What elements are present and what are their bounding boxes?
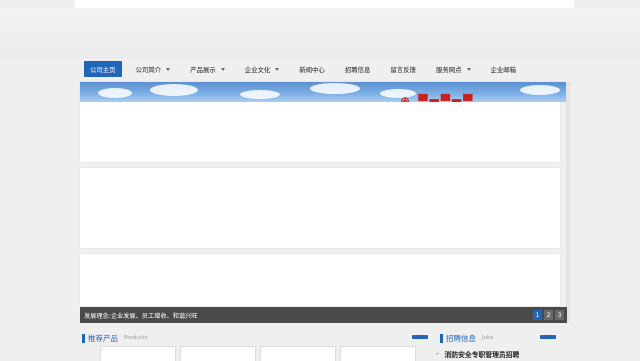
nav-item-service[interactable]: 服务网点: [430, 61, 477, 77]
cloud-shape: [310, 83, 360, 94]
main-nav: 公司主页 公司简介 产品展示 企业文化 新闻中心 招聘信息 留言反馈 服务网点 …: [80, 60, 516, 78]
pager-button[interactable]: 3: [555, 310, 564, 320]
product-card[interactable]: [260, 346, 336, 361]
banner-panel: [80, 168, 560, 248]
nav-item-culture[interactable]: 企业文化: [239, 61, 286, 77]
banner-edge: [566, 82, 570, 322]
banner-image: ⊕ ▀▅▀▅▀: [80, 82, 566, 102]
cloud-shape: [98, 88, 132, 98]
job-link[interactable]: 消防安全专职管理员招聘: [445, 349, 520, 359]
list-bullet: -: [436, 350, 439, 358]
cloud-shape: [520, 85, 560, 95]
pager-button[interactable]: 1: [533, 310, 542, 320]
section-marker: [440, 333, 443, 343]
header-band: [0, 8, 640, 58]
caret-down-icon: [166, 67, 171, 71]
product-card[interactable]: [100, 346, 176, 361]
section-marker: [82, 333, 85, 343]
nav-item-home[interactable]: 公司主页: [84, 61, 122, 77]
nav-item-about[interactable]: 公司简介: [130, 61, 177, 77]
nav-item-label: 服务网点: [435, 65, 462, 74]
banner-caption-bar: 发展理念:企业发展、员工增收、和谐兴旺 1 2 3: [80, 307, 567, 323]
caret-down-icon: [466, 67, 471, 71]
nav-item-label: 公司主页: [90, 65, 116, 74]
banner-slideshow[interactable]: ⊕ ▀▅▀▅▀: [80, 82, 570, 322]
caret-down-icon: [275, 67, 280, 71]
nav-item-label: 留言反馈: [390, 65, 416, 74]
jobs-title: 招聘信息: [446, 333, 476, 343]
products-section-head: 推荐产品 Products: [82, 332, 148, 344]
pager-button[interactable]: 2: [544, 310, 553, 320]
job-list-item[interactable]: - 消防安全专职管理员招聘: [436, 348, 566, 360]
nav-item-news[interactable]: 新闻中心: [293, 61, 331, 77]
product-card[interactable]: [180, 346, 256, 361]
nav-item-jobs[interactable]: 招聘信息: [339, 61, 377, 77]
products-more-button[interactable]: [412, 335, 428, 339]
banner-caption: 发展理念:企业发展、员工增收、和谐兴旺: [84, 312, 198, 320]
caret-down-icon: [220, 67, 225, 71]
nav-item-mail[interactable]: 企业邮箱: [485, 61, 523, 77]
cloud-shape: [240, 90, 280, 99]
jobs-section-head: 招聘信息 Jobs: [440, 332, 493, 344]
nav-item-products[interactable]: 产品展示: [184, 61, 231, 77]
top-strip: [75, 0, 574, 8]
building-sign-logo: ⊕ ▀▅▀▅▀: [400, 94, 475, 102]
nav-item-label: 企业邮箱: [490, 65, 517, 74]
products-title: 推荐产品: [88, 333, 118, 343]
banner-panel: [80, 254, 560, 306]
jobs-subtitle: Jobs: [482, 335, 494, 341]
products-subtitle: Products: [124, 335, 148, 341]
banner-pager: 1 2 3: [531, 310, 564, 320]
nav-item-label: 招聘信息: [344, 65, 371, 74]
nav-item-label: 公司简介: [135, 65, 162, 74]
nav-item-label: 产品展示: [190, 65, 216, 74]
product-card[interactable]: [340, 346, 416, 361]
nav-item-label: 新闻中心: [299, 65, 325, 74]
cloud-shape: [150, 84, 198, 96]
jobs-more-button[interactable]: [540, 335, 556, 339]
nav-item-label: 企业文化: [244, 65, 271, 74]
nav-item-feedback[interactable]: 留言反馈: [384, 61, 422, 77]
